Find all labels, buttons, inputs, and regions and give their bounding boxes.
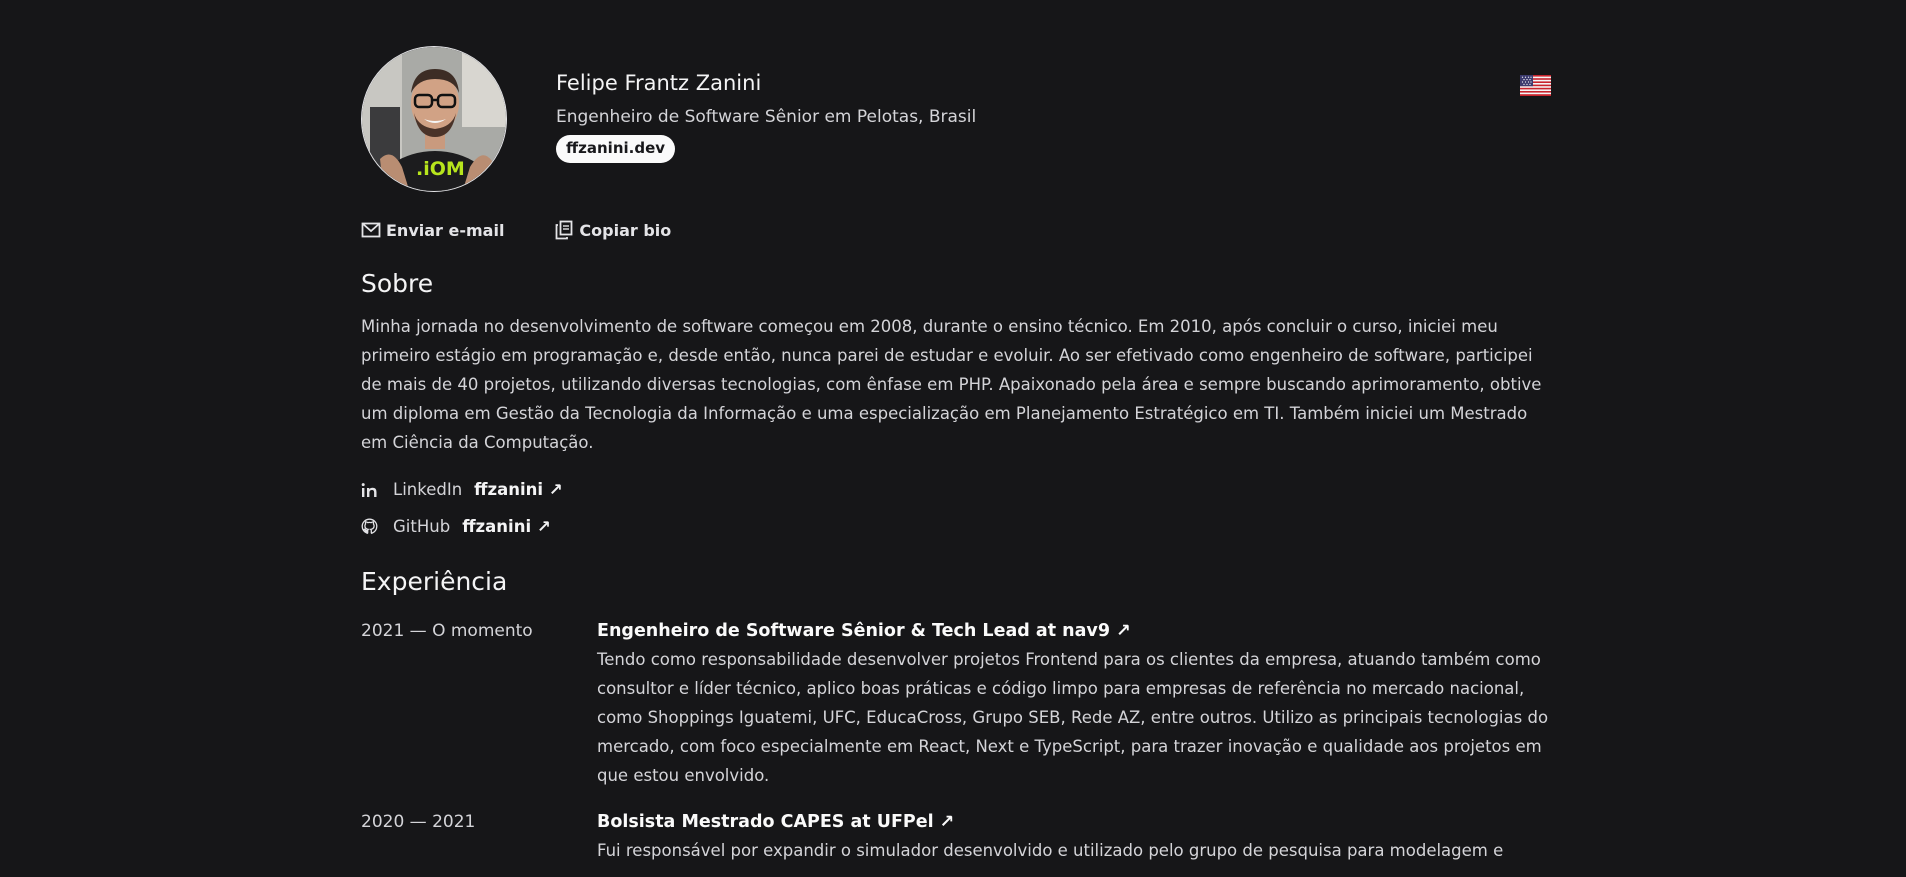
experience-description: Fui responsável por expandir o simulador… xyxy=(597,841,1504,860)
us-flag-icon[interactable] xyxy=(1520,75,1551,96)
profile-actions: Enviar e-mail Copiar bio xyxy=(361,218,1551,242)
experience-title: Experiência xyxy=(361,567,508,596)
linkedin-link[interactable]: ffzanini ↗ xyxy=(474,480,562,499)
github-icon xyxy=(361,518,381,535)
send-email-label: Enviar e-mail xyxy=(386,220,505,240)
experience-date: 2020 — 2021 xyxy=(361,812,476,832)
experience-list: 2021 — O momento Engenheiro de Software … xyxy=(361,619,1551,865)
experience-description: Tendo como responsabilidade desenvolver … xyxy=(597,650,1549,785)
about-text: Minha jornada no desenvolvimento de soft… xyxy=(361,317,1542,452)
experience-heading-link[interactable]: Bolsista Mestrado CAPES at UFPel ↗ xyxy=(597,810,1551,834)
profile-role: Engenheiro de Software Sênior em Pelotas… xyxy=(556,107,977,127)
social-linkedin: LinkedIn ffzanini ↗ xyxy=(361,471,1551,508)
linkedin-icon xyxy=(361,482,381,498)
experience-body: Engenheiro de Software Sênior & Tech Lea… xyxy=(597,619,1551,790)
github-link[interactable]: ffzanini ↗ xyxy=(462,517,550,536)
copy-icon xyxy=(554,220,574,240)
linkedin-label: LinkedIn xyxy=(393,480,463,499)
experience-date: 2021 — O momento xyxy=(361,621,533,641)
svg-text:.iOM: .iOM xyxy=(416,158,465,180)
about-title: Sobre xyxy=(361,269,434,298)
experience-heading-link[interactable]: Engenheiro de Software Sênior & Tech Lea… xyxy=(597,619,1551,643)
github-label: GitHub xyxy=(393,517,451,536)
portfolio-page: .iOM Felipe Frantz Zanini Engenheiro de … xyxy=(361,0,1551,865)
experience-item: 2021 — O momento Engenheiro de Software … xyxy=(361,619,1551,790)
experience-item: 2020 — 2021 Bolsista Mestrado CAPES at U… xyxy=(361,810,1551,865)
send-email-button[interactable]: Enviar e-mail xyxy=(361,220,504,240)
site-link[interactable]: ffzanini.dev xyxy=(556,135,676,163)
avatar: .iOM xyxy=(361,46,507,192)
social-links: LinkedIn ffzanini ↗ GitHub ffzanini ↗ xyxy=(361,471,1551,545)
avatar-photo: .iOM xyxy=(362,47,506,191)
profile-name: Felipe Frantz Zanini xyxy=(556,71,762,95)
mail-icon xyxy=(361,220,381,240)
copy-bio-button[interactable]: Copiar bio xyxy=(554,220,671,240)
profile-identity: Felipe Frantz Zanini Engenheiro de Softw… xyxy=(556,70,976,163)
copy-bio-label: Copiar bio xyxy=(579,220,672,240)
profile-header: .iOM Felipe Frantz Zanini Engenheiro de … xyxy=(361,46,1551,192)
experience-body: Bolsista Mestrado CAPES at UFPel ↗ Fui r… xyxy=(597,810,1551,865)
social-github: GitHub ffzanini ↗ xyxy=(361,508,1551,545)
